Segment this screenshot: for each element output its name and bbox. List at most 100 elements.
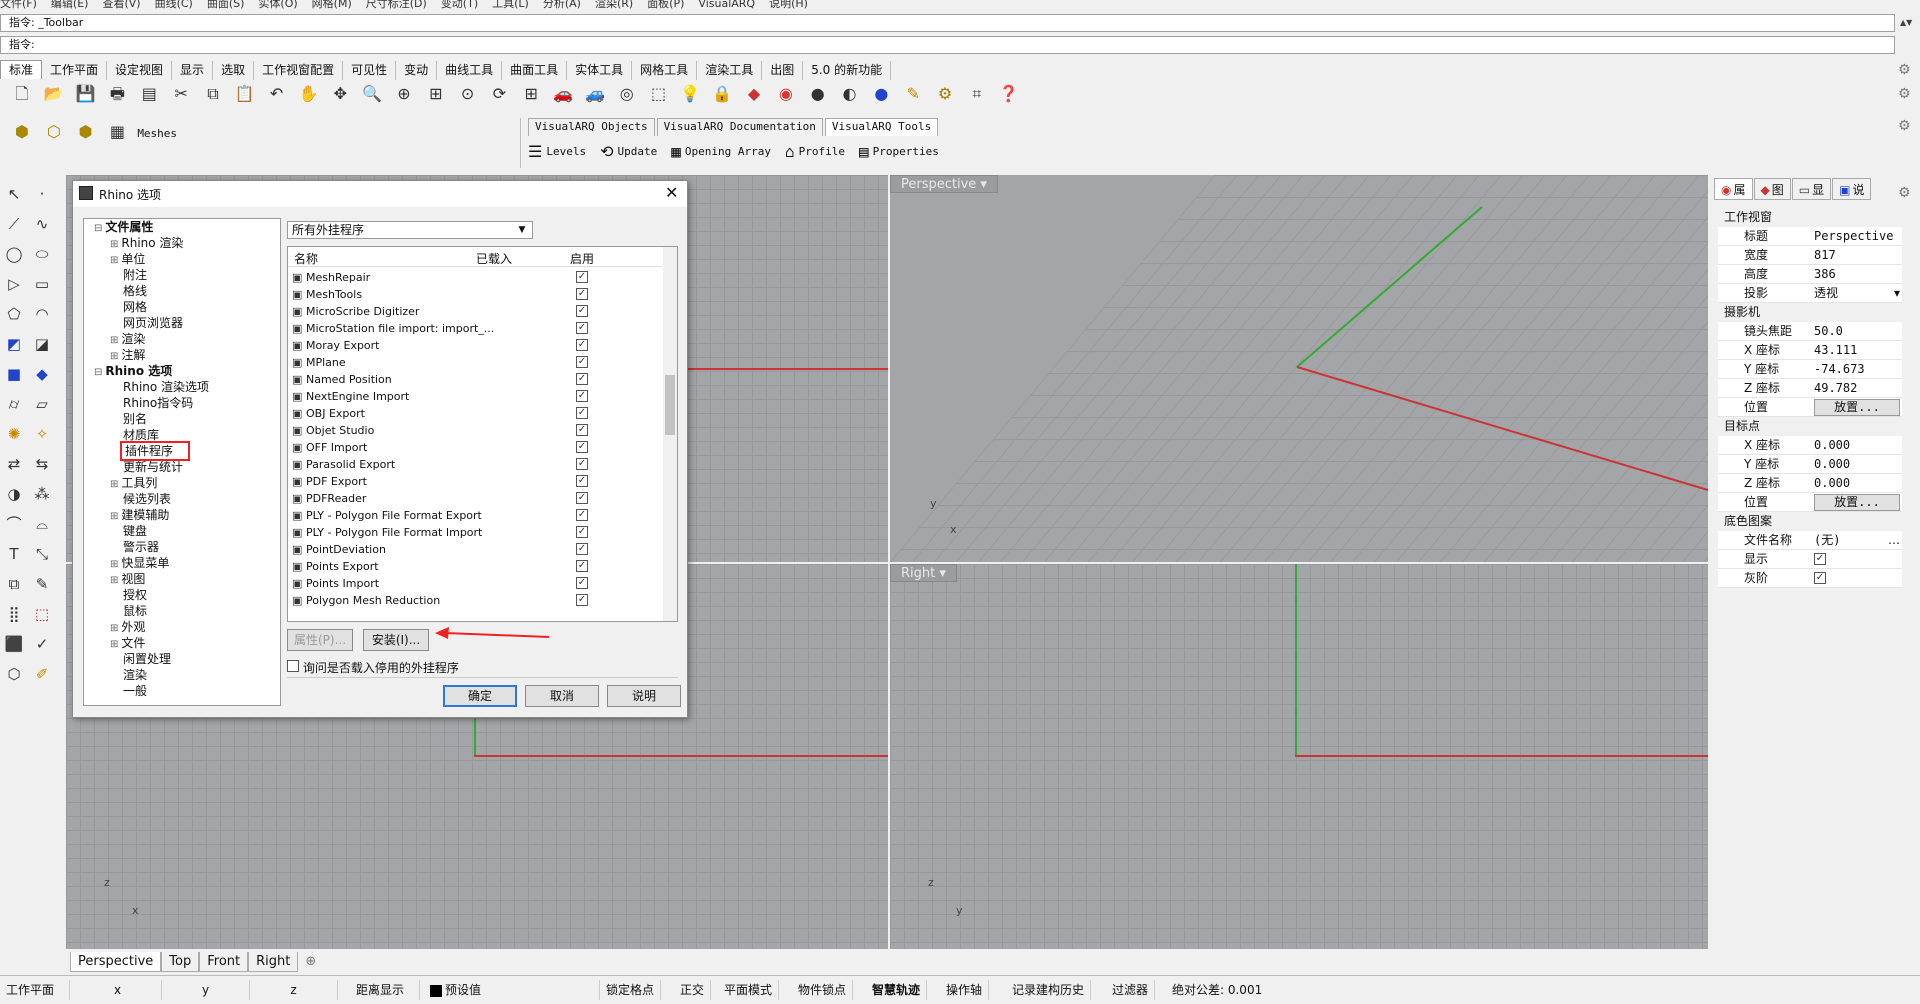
col-name[interactable]: 名称 — [294, 250, 318, 267]
property-row[interactable]: 标题 Perspective — [1718, 227, 1902, 246]
toolbar-tab-14[interactable]: 5.0 的新功能 — [803, 61, 892, 80]
ok-button[interactable]: 确定 — [443, 685, 517, 707]
property-row[interactable]: X 座标 0.000 — [1718, 436, 1902, 455]
menu-item-0[interactable]: 文件(F) — [0, 0, 37, 9]
plugin-enabled-checkbox[interactable]: ✓ — [576, 509, 588, 521]
transform-icon[interactable]: ⇄ — [1, 452, 27, 478]
property-row[interactable]: 位置 放置... — [1718, 493, 1902, 512]
panel-tab-2[interactable]: ▭ 显 — [1791, 178, 1832, 200]
tree-item-4[interactable]: 格线 — [84, 283, 280, 299]
plugin-row[interactable]: ▣ Polygon Mesh Reduction ✓ — [288, 592, 662, 609]
status-toggle-1[interactable]: 正交 — [674, 980, 712, 1000]
snap-icon[interactable]: ◎ — [615, 82, 639, 106]
col-enabled[interactable]: 启用 — [570, 250, 594, 267]
point-icon[interactable]: · — [29, 182, 55, 208]
toolbar-tab-1[interactable]: 工作平面 — [42, 61, 108, 80]
tree-item-3[interactable]: 附注 — [84, 267, 280, 283]
dimension-icon[interactable]: ⤡ — [29, 542, 55, 568]
visualarq-tab-2[interactable]: VisualARQ Tools — [824, 118, 939, 136]
select-icon[interactable]: ⬚ — [647, 82, 671, 106]
curve-icon[interactable]: ∿ — [29, 212, 55, 238]
chevron-down-icon[interactable]: ▾ — [1894, 284, 1900, 303]
menu-item-2[interactable]: 查看(V) — [102, 0, 140, 9]
ask-load-option[interactable]: 询问是否载入停用的外挂程序 — [287, 659, 459, 676]
plugin-enabled-checkbox[interactable]: ✓ — [576, 441, 588, 453]
property-value[interactable]: 放置... — [1814, 399, 1900, 416]
check-icon[interactable]: ✓ — [29, 632, 55, 658]
expand-icon[interactable]: ⊞ — [110, 255, 118, 266]
tree-item-26[interactable]: ⊞ 文件 — [84, 635, 280, 651]
fillet-icon[interactable]: ⌒ — [1, 512, 27, 538]
plugin-enabled-checkbox[interactable]: ✓ — [576, 475, 588, 487]
expand-icon[interactable]: ⊞ — [110, 351, 118, 362]
menu-item-5[interactable]: 实体(O) — [258, 0, 297, 9]
cut-icon[interactable]: ✂ — [169, 82, 193, 106]
plugin-row[interactable]: ▣ NextEngine Import ✓ — [288, 388, 662, 405]
light-bulb-icon[interactable]: ✺ — [1, 422, 27, 448]
status-toggle-0[interactable]: 锁定格点 — [600, 980, 662, 1000]
plugin-row[interactable]: ▣ Named Position ✓ — [288, 371, 662, 388]
shaded-sphere-icon[interactable]: ◐ — [838, 82, 862, 106]
zoom-icon[interactable]: 🔍 — [360, 82, 384, 106]
plugin-enabled-checkbox[interactable]: ✓ — [576, 305, 588, 317]
mesh-icon[interactable]: ▱ — [29, 392, 55, 418]
triangle-icon[interactable]: ▷ — [1, 272, 27, 298]
color-wheel-icon[interactable]: ◉ — [774, 82, 798, 106]
plugin-row[interactable]: ▣ MeshRepair ✓ — [288, 269, 662, 286]
tree-item-16[interactable]: ⊞ 工具列 — [84, 475, 280, 491]
toolbar-tab-12[interactable]: 渲染工具 — [697, 61, 763, 80]
help-button[interactable]: 说明 — [607, 685, 681, 707]
toolbar-tab-3[interactable]: 显示 — [172, 61, 214, 80]
viewport-right[interactable]: Right ▾ z y — [890, 564, 1708, 949]
paint-icon[interactable]: ✐ — [29, 662, 55, 688]
property-value[interactable]: 49.782 — [1814, 379, 1857, 398]
tree-item-25[interactable]: ⊞ 外观 — [84, 619, 280, 635]
plugin-enabled-checkbox[interactable]: ✓ — [576, 271, 588, 283]
toolbar-tab-9[interactable]: 曲面工具 — [502, 61, 568, 80]
plugin-enabled-checkbox[interactable]: ✓ — [576, 288, 588, 300]
rectangle-icon[interactable]: ▭ — [29, 272, 55, 298]
tree-item-6[interactable]: 网页浏览器 — [84, 315, 280, 331]
plugin-enabled-checkbox[interactable]: ✓ — [576, 492, 588, 504]
menu-item-3[interactable]: 曲线(C) — [155, 0, 193, 9]
polygon-icon[interactable]: ⬠ — [1, 302, 27, 328]
tree-item-15[interactable]: 更新与统计 — [84, 459, 280, 475]
col-loaded[interactable]: 已载入 — [476, 250, 512, 267]
plugin-enabled-checkbox[interactable]: ✓ — [576, 339, 588, 351]
property-row[interactable]: 高度 386 — [1718, 265, 1902, 284]
car-icon[interactable]: 🚗 — [551, 82, 575, 106]
tree-item-14[interactable]: 插件程序 — [84, 441, 280, 461]
tree-item-18[interactable]: ⊞ 建模辅助 — [84, 507, 280, 523]
tree-item-11[interactable]: Rhino指令码 — [84, 395, 280, 411]
render-sphere-icon[interactable]: ● — [869, 82, 893, 106]
viewport-perspective[interactable]: Perspective ▾ y x — [890, 175, 1708, 562]
menu-item-13[interactable]: VisualARQ — [698, 0, 755, 9]
tree-item-1[interactable]: ⊞ Rhino 渲染 — [84, 235, 280, 251]
blend-icon[interactable]: ⌓ — [29, 512, 55, 538]
status-toggle-6[interactable]: 记录建构历史 — [1006, 980, 1092, 1000]
expand-icon[interactable]: ⊞ — [110, 479, 118, 490]
property-row[interactable]: X 座标 43.111 — [1718, 341, 1902, 360]
close-icon[interactable]: ✕ — [665, 183, 678, 202]
property-row[interactable]: 投影 透视 ▾ — [1718, 284, 1902, 303]
plugin-row[interactable]: ▣ OFF Import ✓ — [288, 439, 662, 456]
expand-icon[interactable]: ⊞ — [110, 239, 118, 250]
property-value[interactable]: 386 — [1814, 265, 1836, 284]
plugin-row[interactable]: ▣ Moray Export ✓ — [288, 337, 662, 354]
tree-item-9[interactable]: ⊟ Rhino 选项 — [84, 363, 280, 379]
rotate-view-icon[interactable]: ⟳ — [487, 82, 511, 106]
mesh-b-icon[interactable]: ⬡ — [42, 120, 66, 144]
visualarq-tab-0[interactable]: VisualARQ Objects — [528, 118, 655, 136]
visualarq-tool-3[interactable]: ⌂ Profile — [785, 140, 845, 164]
menu-item-1[interactable]: 编辑(E) — [51, 0, 89, 9]
toolbar-tab-8[interactable]: 曲线工具 — [437, 61, 503, 80]
mesh-c-icon[interactable]: ⬢ — [74, 120, 98, 144]
plugin-enabled-checkbox[interactable]: ✓ — [576, 526, 588, 538]
plugin-enabled-checkbox[interactable]: ✓ — [576, 594, 588, 606]
collapse-icon[interactable]: ⊟ — [94, 367, 102, 378]
move-icon[interactable]: ✥ — [328, 82, 352, 106]
plugin-enabled-checkbox[interactable]: ✓ — [576, 322, 588, 334]
collapse-icon[interactable]: ⊟ — [94, 223, 102, 234]
undo-icon[interactable]: ↶ — [265, 82, 289, 106]
expand-icon[interactable]: ⊞ — [110, 623, 118, 634]
